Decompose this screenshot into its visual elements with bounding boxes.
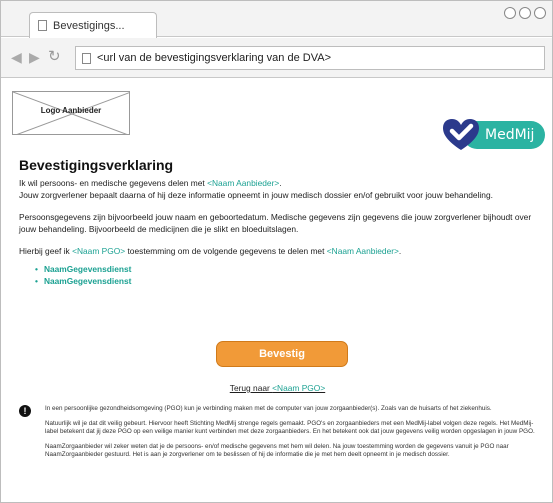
- intro-text-line2: Jouw zorgverlener bepaalt daarna of hij …: [19, 190, 493, 200]
- info-paragraph: In een persoonlijke gezondheidsomgeving …: [45, 405, 492, 412]
- provider-name: <Naam Aanbieder>: [207, 178, 280, 188]
- heart-icon: [443, 119, 479, 150]
- provider-name: <Naam Aanbieder>: [326, 246, 399, 256]
- main-content: Bevestigingsverklaring Ik wil persoons- …: [19, 156, 539, 287]
- info-icon: !: [19, 405, 31, 417]
- consent-text: Hierbij geef ik: [19, 246, 73, 256]
- page-title: Bevestigingsverklaring: [19, 157, 174, 173]
- data-services-list: NaamGegevensdienst NaamGegevensdienst: [35, 263, 539, 287]
- confirm-button[interactable]: Bevestig: [216, 341, 348, 367]
- consent-text-end: .: [398, 246, 402, 256]
- browser-window: Bevestigings... ◀ ▶ ↻ <url van de bevest…: [0, 0, 553, 503]
- reload-icon[interactable]: ↻: [48, 49, 61, 64]
- logo-placeholder-label: Logo Aanbieder: [40, 106, 102, 115]
- document-icon: [38, 20, 47, 31]
- info-paragraph: NaamZorgaanbieder wil zeker weten dat je…: [45, 442, 509, 459]
- minimize-icon[interactable]: [504, 7, 516, 19]
- url-text: <url van de bevestigingsverklaring van d…: [97, 52, 331, 64]
- tab-bar: Bevestigings...: [1, 1, 552, 38]
- medmij-logo: MedMij: [441, 117, 545, 151]
- document-icon: [82, 52, 91, 64]
- explanation-paragraph: Persoonsgegevens zijn bijvoorbeeld jouw …: [19, 212, 532, 234]
- medmij-logo-text: MedMij: [485, 127, 535, 143]
- info-paragraph: Natuurlijk wil je dat dit veilig gebeurt…: [45, 419, 535, 436]
- consent-text-middle: toestemming om de volgende gegevens te d…: [125, 246, 327, 256]
- address-bar[interactable]: <url van de bevestigingsverklaring van d…: [75, 46, 545, 70]
- browser-tab[interactable]: Bevestigings...: [29, 12, 157, 38]
- intro-paragraph: Ik wil persoons- en medische gegevens de…: [19, 177, 539, 201]
- back-link-prefix: Terug naar: [229, 383, 273, 393]
- back-link-target: <Naam PGO>: [272, 383, 326, 393]
- back-link-row: Terug naar <Naam PGO>: [1, 383, 553, 393]
- intro-text: Ik wil persoons- en medische gegevens de…: [19, 178, 208, 188]
- consent-paragraph: Hierbij geef ik <Naam PGO> toestemming o…: [19, 245, 539, 257]
- list-item: NaamGegevensdienst: [35, 275, 539, 287]
- info-section: In een persoonlijke gezondheidsomgeving …: [45, 405, 545, 466]
- forward-arrow-icon[interactable]: ▶: [29, 50, 40, 64]
- close-icon[interactable]: [534, 7, 546, 19]
- back-arrow-icon[interactable]: ◀: [11, 50, 22, 64]
- maximize-icon[interactable]: [519, 7, 531, 19]
- window-controls: [504, 7, 546, 19]
- provider-logo-placeholder: Logo Aanbieder: [12, 91, 130, 135]
- navigation-bar: ◀ ▶ ↻ <url van de bevestigingsverklaring…: [1, 38, 552, 78]
- pgo-name: <Naam PGO>: [72, 246, 126, 256]
- tab-title: Bevestigings...: [53, 19, 125, 32]
- intro-text-end: .: [279, 178, 282, 188]
- list-item: NaamGegevensdienst: [35, 263, 539, 275]
- back-link[interactable]: Terug naar <Naam PGO>: [230, 383, 325, 393]
